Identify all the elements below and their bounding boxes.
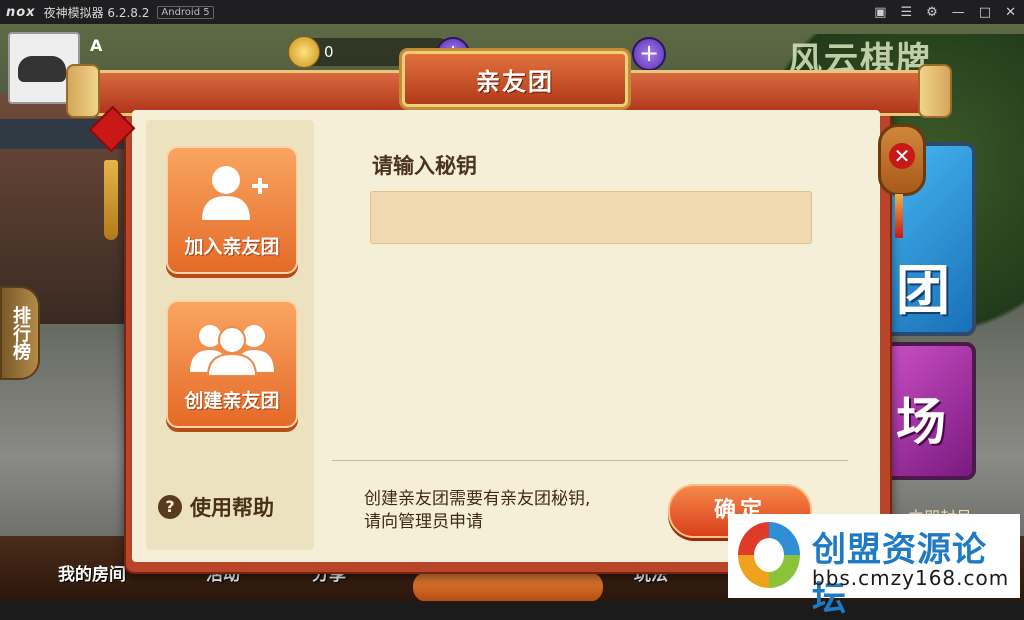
app-title: 夜神模拟器 6.2.8.2 xyxy=(43,5,150,20)
add-user-icon xyxy=(202,166,268,220)
create-group-label: 创建亲友团 xyxy=(184,390,280,412)
leaderboard-tab[interactable]: 排行榜 xyxy=(0,286,40,380)
nav-my-room[interactable]: 我的房间 xyxy=(58,560,126,585)
secret-key-label: 请输入秘钥 xyxy=(372,154,477,178)
notice-line-2: 请向管理员申请 xyxy=(364,512,483,532)
dialog-title: 亲友团 xyxy=(476,67,554,96)
maximize-icon[interactable]: □ xyxy=(979,5,991,20)
nox-logo: nox xyxy=(6,4,36,20)
join-group-label: 加入亲友团 xyxy=(184,236,280,258)
emulator-titlebar: nox 夜神模拟器 6.2.8.2 Android 5 ▣ ☰ ⚙ — □ ✕ xyxy=(0,0,1024,24)
watermark-url: bbs.cmzy168.com xyxy=(812,566,1010,590)
shirt-icon[interactable]: ▣ xyxy=(874,5,886,20)
watermark: 创盟资源论坛 bbs.cmzy168.com xyxy=(728,514,1020,619)
minimize-icon[interactable]: — xyxy=(952,5,965,20)
car-icon xyxy=(18,56,66,82)
tassel-icon xyxy=(104,160,118,240)
card-char: 场 xyxy=(896,393,946,451)
notice-line-1: 创建亲友团需要有亲友团秘钥, xyxy=(364,489,591,509)
secret-key-input[interactable] xyxy=(370,191,812,244)
coin-icon xyxy=(288,36,320,68)
notice-text: 创建亲友团需要有亲友团秘钥, 请向管理员申请 xyxy=(364,488,664,534)
add-gems-button[interactable]: + xyxy=(632,37,666,71)
coin-value: 0 xyxy=(324,43,334,61)
join-group-button[interactable]: 加入亲友团 xyxy=(166,146,298,274)
bottom-center-button[interactable] xyxy=(413,572,603,601)
card-char: 团 xyxy=(896,259,950,322)
help-label: 使用帮助 xyxy=(190,496,274,520)
close-button[interactable]: ✕ xyxy=(878,124,926,196)
window-controls: ▣ ☰ ⚙ — □ ✕ xyxy=(874,0,1016,24)
dialog-title-plate: 亲友团 xyxy=(402,51,628,107)
close-icon: ✕ xyxy=(889,143,915,169)
close-icon[interactable]: ✕ xyxy=(1005,5,1016,20)
menu-icon[interactable]: ☰ xyxy=(900,5,912,20)
help-link[interactable]: ? 使用帮助 xyxy=(158,492,274,522)
divider xyxy=(332,460,848,461)
watermark-logo-hole xyxy=(754,538,784,572)
arena-card[interactable]: 场 xyxy=(884,342,976,480)
android-version-badge: Android 5 xyxy=(157,5,214,19)
group-icon xyxy=(190,325,274,376)
gear-icon[interactable]: ⚙ xyxy=(926,5,938,20)
create-group-button[interactable]: 创建亲友团 xyxy=(166,300,298,428)
lantern-tassel-icon xyxy=(895,194,903,238)
question-icon: ? xyxy=(158,495,182,519)
player-name: A xyxy=(90,36,103,55)
scroll-end-right xyxy=(918,64,952,118)
scroll-end-left xyxy=(66,64,100,118)
